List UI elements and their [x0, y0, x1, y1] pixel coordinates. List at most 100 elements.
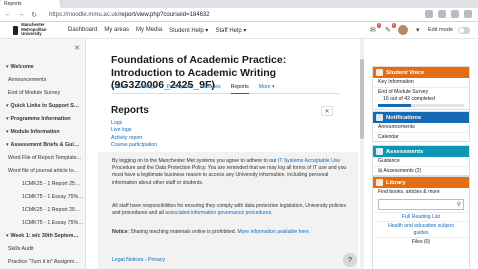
nav-student-help[interactable]: Student Help ▾: [169, 27, 208, 34]
tab-course[interactable]: Course: [111, 84, 128, 93]
back-icon[interactable]: ←: [3, 10, 13, 20]
full-reading-list-link[interactable]: Full Reading List: [373, 212, 469, 221]
drawer-item-report-template[interactable]: Word File of Report Template...: [8, 155, 82, 161]
report-link-live-logs[interactable]: Live logs: [111, 127, 157, 134]
drawer-section-welcome[interactable]: Welcome: [6, 64, 80, 70]
tab-grades[interactable]: Grades: [204, 84, 221, 93]
drawer-section-programme-information[interactable]: Programme Information: [6, 116, 80, 122]
library-search-input[interactable]: ⚲: [378, 199, 464, 210]
announcements-link[interactable]: Announcements: [373, 123, 469, 132]
files-link[interactable]: Files (0): [373, 237, 469, 246]
scrollbar-thumb[interactable]: [360, 59, 364, 139]
main-scrollbar[interactable]: [360, 39, 364, 269]
footer-data-protection-notice: All staff have responsibilities for ensu…: [112, 203, 348, 217]
footer-text: : Sharing teaching materials online is p…: [127, 229, 238, 235]
drawer-section-assessment-briefs[interactable]: Assessment Briefs & Guidan...: [6, 142, 80, 148]
nav-staff-help-label: Staff Help: [215, 27, 242, 34]
message-count-badge: 1: [391, 23, 396, 28]
drawer-item-skills-audit[interactable]: Skills Audit: [8, 246, 82, 252]
nav-student-help-label: Student Help: [169, 27, 204, 34]
chevron-down-icon: ▾: [272, 84, 275, 90]
close-icon[interactable]: ✕: [321, 106, 333, 116]
report-link-course-participation[interactable]: Course participation: [111, 142, 157, 149]
nav-staff-help[interactable]: Staff Help ▾: [215, 27, 246, 34]
tab-settings[interactable]: Settings: [138, 84, 157, 93]
drawer-section-quick-links[interactable]: Quick Links to Support Servi...: [6, 103, 80, 109]
chevron-down-icon[interactable]: ▾: [413, 25, 423, 35]
reload-icon[interactable]: ↻: [29, 10, 39, 20]
notifications-block: Notifications Announcements Calendar: [372, 111, 470, 142]
assessments-count-label: Assessments (2): [383, 168, 422, 174]
course-index-drawer: ✕ Welcome Announcements End of Module Su…: [0, 39, 86, 269]
footer-text: By logging on to the Manchester Met syst…: [112, 158, 278, 164]
user-tools: ✉ 1 ✎ 1 ▾ Edit mode: [368, 23, 470, 35]
drawer-item-announcements[interactable]: Announcements: [8, 77, 82, 83]
more-information-link[interactable]: More information available here: [237, 229, 308, 235]
browser-toolbar: ← → ↻ https://moodle.mmu.ac.uk/report/vi…: [0, 8, 478, 22]
nav-dashboard[interactable]: Dashboard: [68, 27, 97, 34]
help-button[interactable]: ?: [343, 253, 357, 267]
notifications-header: Notifications: [373, 112, 469, 123]
edit-mode-toggle[interactable]: [458, 26, 470, 34]
assessments-block: Assessments Guidance ⊞ Assessments (2): [372, 145, 470, 176]
drawer-section-module-information[interactable]: Module Information: [6, 129, 80, 135]
key-information-link[interactable]: Key Information: [373, 78, 469, 87]
completion-progress-bar: [378, 104, 464, 107]
menu-icon[interactable]: [464, 10, 472, 18]
logo-text: Manchester Metropolitan University: [21, 22, 47, 37]
forward-icon[interactable]: →: [16, 10, 26, 20]
notifications-bell-icon[interactable]: ✉ 1: [368, 23, 381, 35]
university-logo[interactable]: Manchester Metropolitan University: [13, 23, 63, 36]
drawer-section-week-1[interactable]: Week 1: w/c 30th September...: [6, 233, 80, 239]
drawer-item-report-25[interactable]: 1CMK25 - 1 Report 25% (...: [22, 181, 84, 187]
close-icon[interactable]: ✕: [72, 43, 82, 53]
messages-icon[interactable]: ✎ 1: [383, 23, 396, 35]
tab-reports[interactable]: Reports: [230, 84, 249, 94]
footer-text: Procedure and the Data Protection Policy…: [112, 165, 347, 186]
search-icon[interactable]: ⚲: [457, 201, 461, 208]
tab-more[interactable]: More ▾: [259, 84, 275, 93]
extension-icon[interactable]: [451, 10, 459, 18]
extension-icon[interactable]: [425, 10, 433, 18]
main-content: Foundations of Academic Practice: Introd…: [86, 39, 364, 269]
footer-sharing-notice: Notice: Sharing teaching materials onlin…: [112, 229, 348, 236]
subject-guides-link[interactable]: Health and education subject guides: [373, 221, 469, 237]
report-link-activity-report[interactable]: Activity report: [111, 135, 157, 142]
footer-text: .: [271, 210, 273, 217]
student-voice-header: Student Voice: [373, 67, 469, 78]
tab-participants[interactable]: Participants: [166, 84, 193, 93]
address-bar[interactable]: https://moodle.mmu.ac.uk/report/view.php…: [49, 12, 210, 18]
drawer-item-practice-turnitin[interactable]: Practice "Turn it in" Assignm...: [8, 259, 82, 265]
nav-my-media[interactable]: My Media: [136, 27, 162, 34]
megaphone-icon: [376, 69, 383, 76]
logo-crest-icon: [13, 25, 19, 35]
notice-label: Notice: [112, 229, 128, 235]
browser-tab[interactable]: Reports: [0, 0, 60, 8]
legal-notices-privacy-link[interactable]: Legal Notices - Privacy: [112, 257, 165, 263]
user-avatar[interactable]: [397, 25, 408, 35]
assessments-toggle[interactable]: ⊞ Assessments (2): [373, 166, 469, 175]
acceptable-use-link[interactable]: IT Systems Acceptable Use: [278, 158, 340, 164]
drawer-item-journal-article[interactable]: Word file of journal article to...: [8, 168, 82, 174]
library-block: Library Find books, articles & more ⚲ Fu…: [372, 176, 470, 269]
guidance-link[interactable]: Guidance: [373, 157, 469, 166]
bell-icon: [376, 114, 383, 121]
browser-tabstrip: Reports: [0, 0, 478, 8]
extension-icon[interactable]: [438, 10, 446, 18]
drawer-item-report-25-9g[interactable]: 1CMK25 - 1 Report 25% (9G...: [22, 207, 84, 213]
assessments-header: Assessments: [373, 146, 469, 157]
calendar-link[interactable]: Calendar: [373, 132, 469, 141]
book-icon: [376, 179, 383, 186]
reports-heading: Reports: [111, 105, 149, 116]
drawer-item-end-of-module-survey[interactable]: End of Module Survey: [8, 90, 82, 96]
drawer-item-essay-75-9g3[interactable]: 1CMK75 - 1 Essay 75% (9G3...: [22, 220, 84, 226]
nav-my-areas[interactable]: My areas: [104, 27, 129, 34]
report-link-logs[interactable]: Logs: [111, 120, 157, 127]
information-governance-link[interactable]: associated information governance proced…: [165, 210, 271, 216]
end-of-module-survey-link[interactable]: End of Module Survey: [373, 87, 469, 96]
library-header: Library: [373, 177, 469, 188]
block-region: Student Voice Key Information End of Mod…: [372, 39, 470, 269]
drawer-item-essay-75[interactable]: 1CMK75 - 1 Essay 75% (...: [22, 194, 84, 200]
notification-count-badge: 1: [376, 23, 381, 28]
footer-acceptable-use-notice: By logging on to the Manchester Met syst…: [112, 158, 348, 187]
